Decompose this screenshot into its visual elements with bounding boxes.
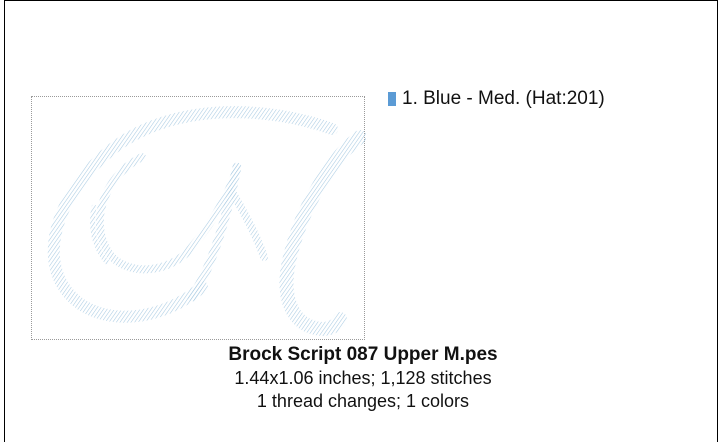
- design-caption: Brock Script 087 Upper M.pes 1.44x1.06 i…: [0, 343, 726, 413]
- design-filename: Brock Script 087 Upper M.pes: [228, 344, 498, 365]
- embroidery-preview: [31, 96, 366, 340]
- thread-legend: 1. Blue - Med. (Hat:201): [388, 88, 605, 110]
- thread-legend-label: 1. Blue - Med. (Hat:201): [402, 88, 605, 109]
- design-thread-changes: 1 thread changes; 1 colors: [256, 391, 470, 411]
- letter-m-design-icon: [47, 106, 366, 337]
- thread-color-swatch: [388, 92, 396, 106]
- design-dimensions: 1.44x1.06 inches; 1,128 stitches: [234, 368, 492, 388]
